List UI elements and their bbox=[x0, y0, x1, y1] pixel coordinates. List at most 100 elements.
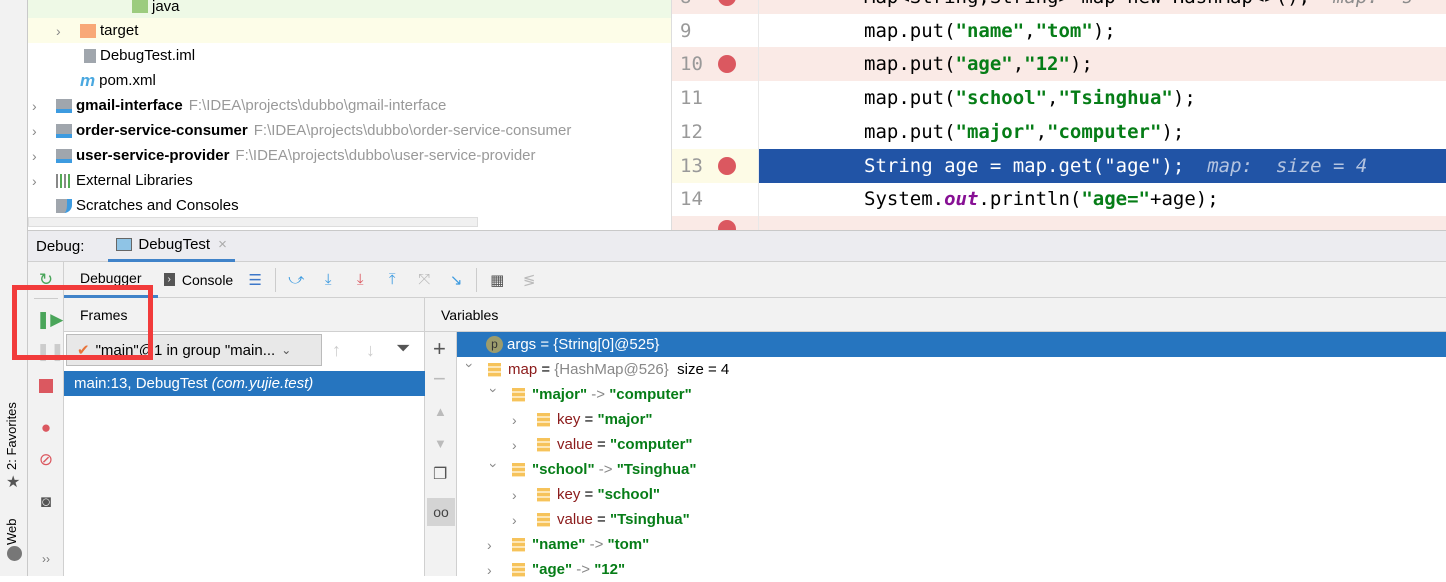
parameter-icon: p bbox=[486, 336, 503, 353]
view-breakpoints-icon[interactable]: ● bbox=[36, 418, 56, 438]
line-number: 10 bbox=[680, 53, 703, 75]
run-to-cursor-icon[interactable]: ↘ bbox=[442, 266, 470, 294]
code-text: map.put("name","tom"); bbox=[864, 20, 1116, 42]
evaluate-expression-icon[interactable]: ▦ bbox=[483, 266, 511, 294]
favorites-tab[interactable]: 2: Favorites bbox=[4, 395, 24, 470]
map-entry-school[interactable]: › "school" -> "Tsinghua" bbox=[457, 457, 1446, 482]
tree-label: DebugTest.iml bbox=[100, 47, 196, 64]
variable-row-value[interactable]: › value = "computer" bbox=[457, 432, 1446, 457]
var-name: key bbox=[557, 486, 581, 503]
equals: = bbox=[597, 436, 606, 453]
tree-item-target[interactable]: › target bbox=[28, 18, 671, 43]
map-entry-name[interactable]: › "name" -> "tom" bbox=[457, 532, 1446, 557]
tab-console[interactable]: › Console bbox=[158, 272, 240, 288]
tree-item-java[interactable]: java bbox=[28, 0, 671, 18]
layout-icon[interactable]: ☰ bbox=[241, 266, 269, 294]
tree-item-scratches[interactable]: Scratches and Consoles bbox=[28, 193, 671, 218]
chevron-right-icon[interactable]: › bbox=[487, 537, 501, 553]
var-size: size = 4 bbox=[677, 361, 730, 378]
move-up-icon[interactable]: ▲ bbox=[434, 404, 447, 419]
tab-debugtest[interactable]: DebugTest × bbox=[108, 231, 235, 262]
more-icon[interactable]: ›› bbox=[36, 552, 56, 572]
copy-icon[interactable]: ❐ bbox=[433, 464, 447, 484]
run-config-icon bbox=[116, 238, 133, 251]
equals: = bbox=[584, 411, 594, 428]
step-out-icon[interactable]: ⤒ bbox=[378, 266, 406, 294]
close-icon[interactable]: × bbox=[218, 236, 227, 253]
tree-item-gmail-interface[interactable]: › gmail-interface F:\IDEA\projects\dubbo\g… bbox=[28, 93, 671, 118]
filter-icon[interactable]: ⏷ bbox=[396, 338, 410, 359]
field-icon bbox=[512, 562, 525, 577]
tree-item-order-service-consumer[interactable]: › order-service-consumer F:\IDEA\projects\… bbox=[28, 118, 671, 143]
variables-panel: Variables + − ▲ ▼ ❐ oo p args = {String[… bbox=[425, 298, 1446, 578]
force-step-into-icon[interactable]: ⤓ bbox=[346, 266, 374, 294]
show-execution-point-icon[interactable]: ⤻ bbox=[282, 266, 310, 294]
chevron-right-icon[interactable]: › bbox=[512, 412, 526, 428]
chevron-right-icon[interactable]: › bbox=[32, 123, 46, 139]
map-entry-age[interactable]: › "age" -> "12" bbox=[457, 557, 1446, 582]
breakpoint-icon[interactable] bbox=[718, 220, 736, 230]
tree-item-user-service-provider[interactable]: › user-service-provider F:\IDEA\projects\d… bbox=[28, 143, 671, 168]
module-path: F:\IDEA\projects\dubbo\gmail-interface bbox=[188, 97, 447, 114]
chevron-right-icon[interactable]: › bbox=[32, 173, 46, 189]
scratches-icon bbox=[56, 198, 72, 213]
tree-label: gmail-interface bbox=[76, 97, 183, 114]
chevron-right-icon[interactable]: › bbox=[512, 487, 526, 503]
variable-row-args[interactable]: p args = {String[0]@525} bbox=[457, 332, 1446, 357]
chevron-right-icon[interactable]: › bbox=[487, 562, 501, 578]
code-line-12: 12 map.put("major","computer"); bbox=[672, 115, 1446, 149]
tree-label: order-service-consumer bbox=[76, 122, 248, 139]
console-label: Console bbox=[181, 271, 234, 288]
code-editor[interactable]: 8 Map<String,String> map=new HashMap<>()… bbox=[672, 0, 1446, 230]
web-tab[interactable]: Web bbox=[4, 505, 24, 546]
tree-label: java bbox=[152, 0, 180, 15]
glasses-icon[interactable]: oo bbox=[427, 498, 455, 526]
variable-row-key[interactable]: › key = "school" bbox=[457, 482, 1446, 507]
code-line-14: 14 System.out.println("age="+age); bbox=[672, 182, 1446, 216]
chevron-down-icon: ⌄ bbox=[281, 343, 292, 357]
code-text: Map<String,String> map=new HashMap<>(); … bbox=[864, 0, 1413, 8]
chevron-down-icon[interactable]: › bbox=[486, 463, 502, 477]
variable-row-map[interactable]: › map = {HashMap@526} size = 4 bbox=[457, 357, 1446, 382]
remove-watch-icon[interactable]: − bbox=[433, 366, 446, 392]
code-line-11: 11 map.put("school","Tsinghua"); bbox=[672, 81, 1446, 115]
trace-icon[interactable]: ≶ bbox=[515, 266, 543, 294]
var-value: "school" bbox=[597, 486, 661, 503]
variable-row-value[interactable]: › value = "Tsinghua" bbox=[457, 507, 1446, 532]
breakpoint-icon[interactable] bbox=[718, 157, 736, 175]
field-icon bbox=[537, 437, 550, 452]
tree-item-external-libraries[interactable]: › External Libraries bbox=[28, 168, 671, 193]
code-text: map.put("major","computer"); bbox=[864, 121, 1185, 143]
mute-breakpoints-icon[interactable]: ⊘ bbox=[36, 450, 56, 470]
chevron-right-icon[interactable]: › bbox=[32, 148, 46, 164]
add-watch-icon[interactable]: + bbox=[433, 336, 446, 362]
step-over-icon[interactable]: ⤓ bbox=[314, 266, 342, 294]
horizontal-scrollbar[interactable] bbox=[28, 217, 478, 227]
chevron-right-icon[interactable]: › bbox=[56, 23, 70, 39]
arrow-down-icon[interactable]: ↓ bbox=[366, 340, 375, 361]
folder-icon bbox=[80, 23, 96, 38]
chevron-right-icon[interactable]: › bbox=[32, 98, 46, 114]
variable-row-key[interactable]: › key = "major" bbox=[457, 407, 1446, 432]
module-icon bbox=[56, 148, 72, 163]
map-entry-major[interactable]: › "major" -> "computer" bbox=[457, 382, 1446, 407]
chevron-right-icon[interactable]: › bbox=[512, 437, 526, 453]
chevron-right-icon[interactable]: › bbox=[512, 512, 526, 528]
camera-icon[interactable]: ◙ bbox=[36, 492, 56, 512]
frame-item[interactable]: main:13, DebugTest (com.yujie.test) bbox=[64, 371, 425, 396]
chevron-down-icon[interactable]: › bbox=[462, 363, 478, 377]
var-name: args bbox=[507, 336, 537, 353]
frame-package: (com.yujie.test) bbox=[211, 375, 314, 392]
tree-item-iml[interactable]: DebugTest.iml bbox=[28, 43, 671, 68]
move-down-icon[interactable]: ▼ bbox=[434, 436, 447, 451]
breakpoint-icon[interactable] bbox=[718, 55, 736, 73]
breakpoint-icon[interactable] bbox=[718, 0, 736, 6]
drop-frame-icon[interactable]: ⤧ bbox=[410, 266, 438, 294]
folder-icon bbox=[132, 0, 148, 13]
var-value: "major" bbox=[597, 411, 653, 428]
chevron-down-icon[interactable]: › bbox=[486, 388, 502, 402]
arrow-up-icon[interactable]: ↑ bbox=[332, 340, 341, 361]
stop-icon[interactable] bbox=[39, 379, 53, 393]
entry-value: "Tsinghua" bbox=[616, 461, 697, 478]
tree-item-pom[interactable]: m pom.xml bbox=[28, 68, 671, 93]
